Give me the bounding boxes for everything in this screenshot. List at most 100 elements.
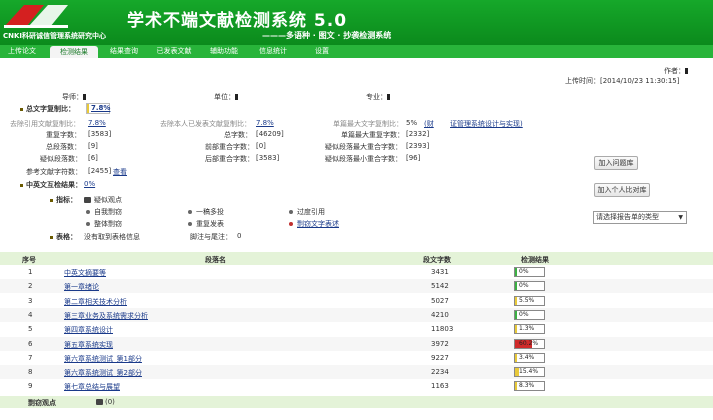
row-char-count: 9227 <box>431 353 449 362</box>
bullet-dot-icon <box>289 222 293 226</box>
col-no: 序号 <box>22 256 36 264</box>
report-type-select[interactable]: 请选择报告单的类型 ▼ <box>593 211 687 224</box>
unit-value <box>235 94 238 100</box>
front-dup-value: [0] <box>256 142 266 150</box>
view-ref-link[interactable]: 查看 <box>113 167 127 177</box>
row-section-link[interactable]: 第七章总结与展望 <box>64 382 120 392</box>
add-personal-button[interactable]: 加入个人比对库 <box>594 183 650 197</box>
row-section-link[interactable]: 第六章系统测试_第1部分 <box>64 354 142 364</box>
total-ratio-fill <box>87 104 89 113</box>
indicator-text: 过度引用 <box>297 208 325 216</box>
row-result-value: 8.3% <box>519 382 535 390</box>
single-max-title-link[interactable]: 证管理系统设计与实现) <box>450 119 523 129</box>
table-row: 2 第一章绪论 5142 0% <box>0 279 713 294</box>
tab-query[interactable]: 结果查询 <box>104 45 144 58</box>
max-para-dup-label: 疑似段落最大重合字数： <box>325 143 402 151</box>
indicator-text: 自我剽窃 <box>94 208 122 216</box>
tab-tools[interactable]: 辅助功能 <box>204 45 244 58</box>
author-row: 作者： <box>664 66 688 76</box>
org-name: CNKI科研诚信管理系统研究中心 <box>3 32 107 40</box>
row-result-bar[interactable]: 15.4% <box>514 367 545 378</box>
bullet-dot-icon <box>86 222 90 226</box>
cn-en-value[interactable]: 0% <box>84 180 95 188</box>
row-result-bar[interactable]: 0% <box>514 281 545 292</box>
logo-icon <box>4 5 68 28</box>
row-result-fill <box>515 382 518 391</box>
indicator-text-link[interactable]: 剽窃文字表述 <box>297 220 339 228</box>
app-subtitle: ———多语种 · 图文 · 抄袭检测系统 <box>262 31 392 40</box>
row-number: 4 <box>28 310 33 319</box>
row-result-bar[interactable]: 3.4% <box>514 352 545 363</box>
footer-label: 剽窃观点 <box>28 399 56 407</box>
indicator-label: 指标： <box>56 196 77 204</box>
total-paras-value: [9] <box>88 142 98 150</box>
advisor-row: 导师： <box>62 92 86 102</box>
indicator-over-cite: 过度引用 <box>289 207 325 217</box>
excl-self-value[interactable]: 7.8% <box>256 119 274 127</box>
row-number: 3 <box>28 296 33 305</box>
footer-count: (0) <box>105 398 115 406</box>
total-ratio-row: 总文字复制比： <box>20 104 75 114</box>
table-row: 9 第七章总结与展望 1163 8.3% <box>0 379 713 393</box>
indicator-whole-plagiarism: 整体剽窃 <box>86 219 122 229</box>
tab-results[interactable]: 检测结果 <box>50 46 98 58</box>
single-max-link[interactable]: (财 <box>424 119 434 129</box>
row-result-fill <box>515 296 517 305</box>
row-char-count: 1163 <box>431 382 449 391</box>
total-ratio-label: 总文字复制比： <box>26 105 75 113</box>
row-section-link[interactable]: 中英文摘要等 <box>64 268 106 278</box>
indicator-text: 整体剽窃 <box>94 220 122 228</box>
tab-published[interactable]: 已发表文献 <box>150 45 198 58</box>
single-max-label: 单篇最大文字复制比： <box>333 120 403 128</box>
row-result-bar[interactable]: 5.5% <box>514 295 545 306</box>
excl-ref-value[interactable]: 7.8% <box>88 119 106 127</box>
row-number: 9 <box>28 382 33 391</box>
author-value <box>685 68 688 74</box>
col-chars: 段文字数 <box>423 256 451 264</box>
suspect-view-footer: 剽窃观点 (0) <box>0 396 713 408</box>
row-result-bar[interactable]: 0% <box>514 309 545 320</box>
row-section-link[interactable]: 第五章系统实现 <box>64 340 113 350</box>
back-dup-label: 后部重合字数： <box>205 155 254 163</box>
excl-ref-label: 去除引用文献复制比： <box>10 120 80 128</box>
dup-chars-value: [3583] <box>88 130 112 138</box>
row-char-count: 5027 <box>431 296 449 305</box>
row-number: 8 <box>28 368 33 377</box>
unit-label: 单位： <box>214 93 235 101</box>
row-section-link[interactable]: 第二章相关技术分析 <box>64 297 127 307</box>
bullet-icon <box>20 183 23 187</box>
table-info-label: 表格： <box>56 233 77 241</box>
row-section-link[interactable]: 第一章绪论 <box>64 282 99 292</box>
chevron-down-icon: ▼ <box>678 214 683 221</box>
row-char-count: 2234 <box>431 368 449 377</box>
bullet-dot-icon <box>86 210 90 214</box>
row-result-bar[interactable]: 1.3% <box>514 324 545 335</box>
min-para-dup-label: 疑似段落最小重合字数： <box>325 155 402 163</box>
row-result-value: 5.5% <box>519 296 535 304</box>
total-paras-label: 总段落数： <box>46 143 81 151</box>
tab-stats[interactable]: 信息统计 <box>253 45 293 58</box>
tab-upload[interactable]: 上传论文 <box>4 45 40 58</box>
tab-settings[interactable]: 设置 <box>307 45 337 58</box>
footnote-value: 0 <box>237 232 242 240</box>
suspect-view-row: 疑似观点 <box>84 195 122 205</box>
row-result-value: 60.2% <box>519 339 539 347</box>
row-result-bar[interactable]: 0% <box>514 267 545 277</box>
ref-chars-value: [2455] <box>88 167 112 175</box>
app-title: 学术不端文献检测系统 5.0 <box>127 11 348 31</box>
add-ban-button[interactable]: 加入问题库 <box>594 156 638 170</box>
table-row: 4 第三章业务及系统需求分析 4210 0% <box>0 307 713 322</box>
row-result-bar[interactable]: 8.3% <box>514 381 545 392</box>
bullet-dot-icon <box>188 222 192 226</box>
comment-icon <box>96 399 103 405</box>
row-section-link[interactable]: 第六章系统测试_第2部分 <box>64 368 142 378</box>
footer-count-row[interactable]: (0) <box>96 398 115 406</box>
bullet-icon <box>20 107 23 111</box>
advisor-label: 导师： <box>62 93 83 101</box>
row-result-fill <box>515 268 517 276</box>
row-result-fill <box>515 310 517 319</box>
row-section-link[interactable]: 第三章业务及系统需求分析 <box>64 311 148 321</box>
row-section-link[interactable]: 第四章系统设计 <box>64 325 113 335</box>
total-ratio-value[interactable]: 7.8% <box>91 104 110 113</box>
row-result-bar[interactable]: 60.2% <box>514 338 545 349</box>
